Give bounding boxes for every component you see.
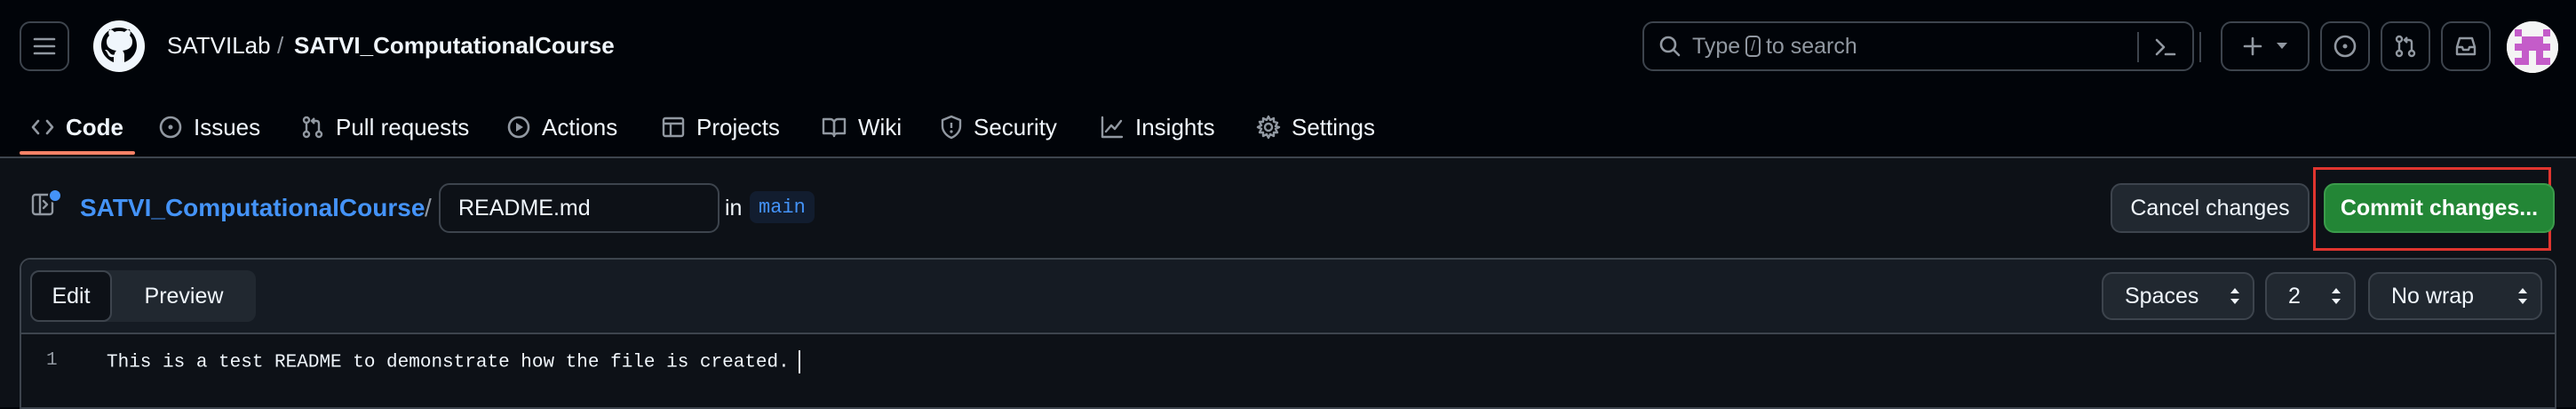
select-arrows-icon — [2230, 286, 2240, 306]
hamburger-menu-icon — [32, 36, 57, 57]
pull-requests-button[interactable] — [2381, 21, 2430, 71]
plus-icon — [2242, 36, 2263, 57]
triangle-down-icon — [2276, 42, 2288, 51]
branch-in-label: in — [725, 196, 743, 221]
tab-issues[interactable]: Issues — [158, 107, 260, 148]
table-icon — [661, 115, 686, 140]
book-icon — [821, 116, 847, 139]
global-header: SATVILab / SATVI_ComputationalCourse Typ… — [0, 0, 2576, 94]
tab-insights-label: Insights — [1135, 113, 1215, 140]
line-content[interactable]: This is a test README to demonstrate how… — [107, 350, 800, 373]
graph-icon — [1100, 115, 1125, 140]
breadcrumb-repo-link[interactable]: SATVI_ComputationalCourse — [294, 32, 615, 60]
editor-toolbar: Edit Preview Spaces 2 No wrap — [21, 260, 2555, 334]
code-editor: Edit Preview Spaces 2 No wrap 1 This is … — [20, 258, 2556, 409]
git-pull-request-icon — [300, 115, 325, 140]
notification-dot — [48, 188, 62, 203]
code-icon — [30, 116, 55, 138]
gear-icon — [1256, 115, 1281, 140]
search-divider — [2137, 32, 2139, 62]
wrap-mode-value: No wrap — [2391, 283, 2475, 309]
indent-size-value: 2 — [2288, 283, 2301, 309]
tab-code[interactable]: Code — [30, 107, 123, 148]
search-shortcut-key: / — [1745, 36, 1761, 57]
tab-settings-label: Settings — [1292, 113, 1375, 140]
create-new-button[interactable] — [2221, 21, 2310, 71]
breadcrumb-separator: / — [277, 32, 284, 59]
active-tab-indicator — [20, 151, 135, 155]
tab-insights[interactable]: Insights — [1100, 107, 1215, 148]
text-cursor — [798, 350, 800, 373]
tab-projects[interactable]: Projects — [661, 107, 780, 148]
code-line[interactable]: 1 This is a test README to demonstrate h… — [21, 347, 2555, 382]
tab-security[interactable]: Security — [940, 107, 1057, 148]
tab-settings[interactable]: Settings — [1256, 107, 1375, 148]
wrap-mode-select[interactable]: No wrap — [2368, 272, 2542, 320]
editor-mode-tabs: Edit Preview — [30, 270, 256, 322]
user-avatar[interactable] — [2507, 21, 2558, 73]
tab-edit[interactable]: Edit — [30, 270, 112, 322]
file-editor-page: SATVI_ComputationalCourse / in main Canc… — [0, 158, 2576, 409]
select-arrows-icon — [2517, 286, 2528, 306]
tab-code-label: Code — [66, 113, 123, 140]
tab-issues-label: Issues — [194, 113, 261, 140]
issue-opened-icon — [158, 115, 183, 140]
open-global-nav-button[interactable] — [20, 21, 69, 71]
search-placeholder-prefix: Type — [1692, 33, 1741, 59]
tab-projects-label: Projects — [696, 113, 780, 140]
line-number: 1 — [46, 350, 58, 371]
tab-actions[interactable]: Actions — [506, 107, 617, 148]
branch-name-badge: main — [750, 191, 815, 223]
search-placeholder-suffix: to search — [1765, 33, 1857, 59]
tab-wiki-label: Wiki — [858, 113, 902, 140]
select-arrows-icon — [2331, 286, 2341, 306]
shield-icon — [940, 115, 963, 140]
header-divider — [2199, 32, 2201, 62]
indent-size-select[interactable]: 2 — [2265, 272, 2356, 320]
tab-security-label: Security — [974, 113, 1057, 140]
repository-nav: Code Issues Pull requests Actions Projec… — [0, 94, 2576, 158]
issues-button[interactable] — [2320, 21, 2370, 71]
tab-pull-requests[interactable]: Pull requests — [300, 107, 469, 148]
line-text: This is a test README to demonstrate how… — [107, 352, 790, 373]
github-logo-icon[interactable] — [92, 20, 146, 77]
indent-mode-select[interactable]: Spaces — [2102, 272, 2254, 320]
inbox-icon — [2453, 34, 2478, 59]
inbox-button[interactable] — [2441, 21, 2491, 71]
tab-wiki[interactable]: Wiki — [821, 107, 902, 148]
filename-input[interactable] — [439, 183, 720, 233]
search-icon — [1658, 35, 1682, 58]
git-pull-request-icon — [2393, 34, 2418, 59]
play-icon — [506, 115, 531, 140]
issue-opened-icon — [2333, 34, 2357, 59]
breadcrumb-owner-link[interactable]: SATVILab — [167, 32, 271, 60]
commit-changes-button[interactable]: Commit changes... — [2324, 183, 2555, 233]
indent-mode-value: Spaces — [2125, 283, 2199, 309]
tab-actions-label: Actions — [542, 113, 618, 140]
editor-repo-link[interactable]: SATVI_ComputationalCourse — [80, 194, 425, 222]
global-search-input[interactable]: Type / to search — [1642, 21, 2194, 71]
path-separator: / — [425, 194, 432, 221]
tab-pull-requests-label: Pull requests — [336, 113, 470, 140]
cancel-changes-button[interactable]: Cancel changes — [2111, 183, 2310, 233]
command-palette-icon[interactable] — [2153, 36, 2178, 59]
tab-preview[interactable]: Preview — [119, 270, 249, 322]
